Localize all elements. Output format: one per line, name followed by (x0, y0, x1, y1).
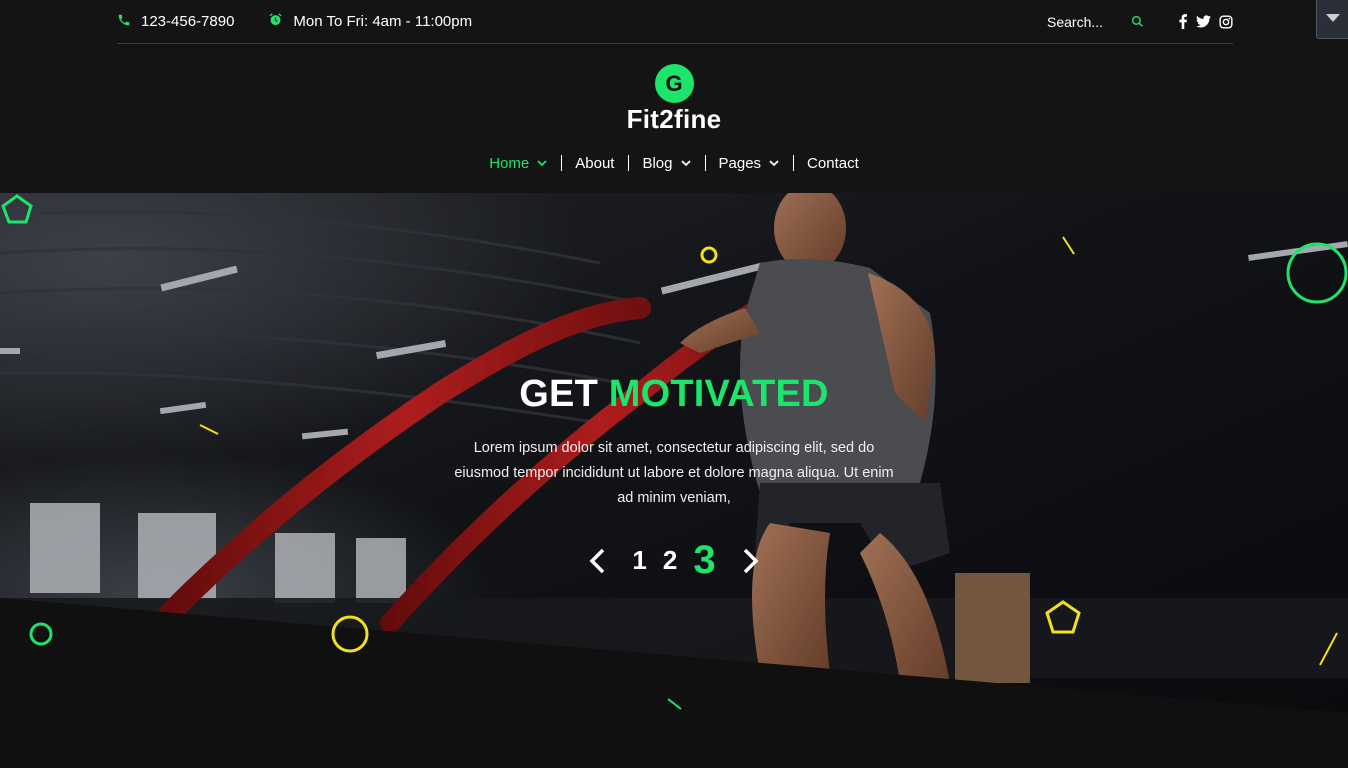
facebook-icon[interactable] (1178, 14, 1188, 29)
hero-slider: GET MOTIVATED Lorem ipsum dolor sit amet… (0, 193, 1348, 768)
opening-hours: Mon To Fri: 4am - 11:00pm (268, 12, 472, 31)
slider-pagination: 1 2 3 (0, 538, 1348, 583)
phone-contact[interactable]: 123-456-7890 (117, 13, 234, 31)
social-links (1178, 14, 1233, 29)
alarm-clock-icon (268, 12, 293, 31)
hero-title-accent: MOTIVATED (608, 373, 829, 415)
brand-name: Fit2fine (626, 104, 722, 134)
instagram-icon[interactable] (1219, 14, 1233, 29)
slide-page-3[interactable]: 3 (693, 538, 715, 583)
dropdown-toggle[interactable] (1316, 0, 1348, 39)
slide-page-1[interactable]: 1 (632, 545, 646, 576)
twitter-icon[interactable] (1196, 15, 1211, 28)
caret-down-icon (1325, 10, 1341, 28)
main-nav: Home About Blog Pages Contact (0, 152, 1348, 174)
nav-item-label: Contact (807, 154, 859, 172)
brand-logo[interactable]: G Fit2fine (0, 64, 1348, 135)
nav-item-about[interactable]: About (561, 152, 628, 174)
top-bar: 123-456-7890 Mon To Fri: 4am - 11:00pm (117, 0, 1233, 44)
nav-item-label: About (575, 154, 615, 172)
nav-item-label: Blog (642, 154, 673, 172)
search-input[interactable] (1047, 13, 1119, 30)
slide-page-2[interactable]: 2 (663, 545, 677, 576)
chevron-right-icon[interactable] (742, 547, 760, 575)
search-icon[interactable] (1131, 15, 1144, 28)
nav-item-label: Home (489, 154, 530, 172)
chevron-left-icon[interactable] (588, 547, 606, 575)
phone-number: 123-456-7890 (141, 13, 235, 30)
logo-mark: G (654, 64, 694, 103)
nav-item-home[interactable]: Home (475, 152, 561, 174)
nav-item-contact[interactable]: Contact (793, 152, 873, 174)
nav-item-blog[interactable]: Blog (628, 152, 704, 174)
nav-item-pages[interactable]: Pages (704, 152, 794, 174)
hero-title-white: GET (519, 373, 598, 415)
chevron-down-icon (769, 159, 779, 167)
hero-description: Lorem ipsum dolor sit amet, consectetur … (454, 440, 894, 506)
hero-title: GET MOTIVATED (0, 373, 1348, 416)
hours-text: Mon To Fri: 4am - 11:00pm (293, 13, 473, 30)
chevron-down-icon (680, 159, 691, 167)
chevron-down-icon (537, 159, 547, 167)
phone-icon (117, 13, 141, 31)
nav-item-label: Pages (718, 154, 762, 172)
